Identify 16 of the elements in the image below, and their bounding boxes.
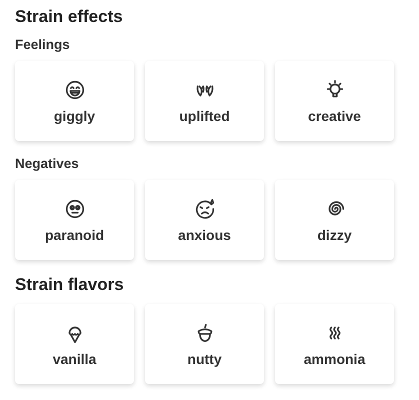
group-heading: Feelings: [15, 36, 71, 54]
section-heading: Strain effects: [15, 6, 124, 28]
card-label: nutty: [187, 350, 222, 366]
card-label: paranoid: [44, 226, 104, 242]
card-label: ammonia: [304, 350, 366, 366]
card-label: vanilla: [52, 350, 96, 366]
group-heading: Negatives: [15, 155, 80, 173]
card-label: giggly: [54, 108, 96, 124]
card-label: uplifted: [179, 108, 230, 124]
dazed-face-icon: [64, 198, 86, 220]
card-label: dizzy: [317, 226, 352, 242]
section-heading: Strain flavors: [15, 274, 125, 296]
card-label: creative: [308, 108, 361, 124]
face-grin-icon: [64, 78, 86, 100]
sad-face-icon: [194, 198, 216, 220]
card-label: anxious: [178, 226, 231, 242]
